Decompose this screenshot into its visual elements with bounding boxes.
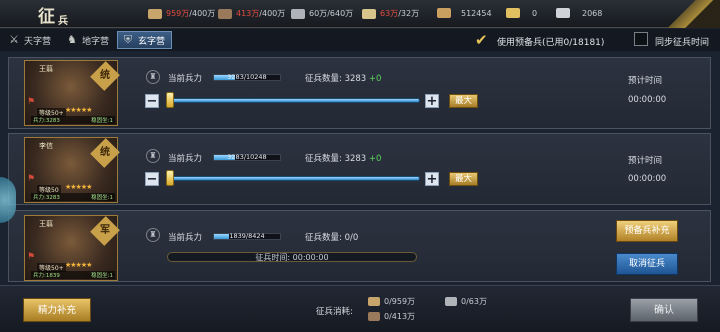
recruit-slider[interactable] (168, 98, 420, 103)
flag-icon: ⚑ (27, 174, 36, 184)
top-resource-bar: 征 兵 959万/400万 413万/400万 60万/640万 63万/32万… (0, 0, 720, 28)
increase-button[interactable]: + (425, 172, 439, 186)
resource-gold: 0 (506, 8, 537, 18)
star-rating: ★★★★★ (65, 261, 92, 269)
wood-icon (148, 8, 162, 19)
gold-icon (506, 8, 520, 18)
resource-copper: 512454 (437, 8, 492, 18)
use-reserve-label: 使用预备兵(已用0/18181) (497, 38, 605, 48)
corner-emblem (660, 0, 720, 28)
decrease-button[interactable]: − (145, 94, 159, 108)
troop-icon: ♜ (146, 228, 160, 242)
troop-icon: ♜ (146, 70, 160, 84)
tab-xuan[interactable]: ⛨ 玄字营 (117, 31, 173, 49)
stone-icon (445, 297, 457, 306)
tab-bar: ⚔ 天字营 ♞ 地字营 ⛨ 玄字营 (0, 29, 720, 51)
slider-handle[interactable] (166, 92, 174, 108)
use-reserve-checkbox[interactable]: ✔ (475, 31, 488, 49)
cost-iron: 0/413万 (368, 311, 415, 322)
slider-handle[interactable] (166, 170, 174, 186)
confirm-button[interactable]: 确认 (630, 298, 698, 322)
flag-icon: ⚑ (27, 252, 36, 262)
sync-time-label: 同步征兵时间 (655, 38, 710, 48)
horse-icon: ♞ (67, 33, 77, 46)
general-portrait[interactable]: 王翦 统 ⚑ 等级50+ ★★★★★ 兵力:3283 稳固坐:1 (24, 60, 120, 126)
increase-button[interactable]: + (425, 94, 439, 108)
recruit-time-bar: 征兵时间: 00:00:00 (167, 252, 417, 262)
max-button[interactable]: 最大 (449, 172, 479, 186)
star-rating: ★★★★★ (65, 183, 92, 191)
resource-wood: 959万/400万 (148, 8, 215, 19)
grain-icon (362, 8, 376, 19)
cost-stone: 0/63万 (445, 296, 487, 307)
reserve-refill-button[interactable]: 预备兵补充 (616, 220, 678, 242)
resource-stone: 60万/640万 (291, 8, 353, 19)
cancel-recruit-button[interactable]: 取消征兵 (616, 253, 678, 275)
page-subtitle: 兵 (58, 16, 68, 27)
resource-iron: 413万/400万 (218, 8, 285, 19)
troop-bar: 1839/8424 (213, 232, 281, 240)
footer-bar: 精力补充 征兵消耗: 0/959万 0/413万 0/63万 确认 (0, 285, 720, 332)
general-portrait[interactable]: 王翦 军 ⚑ 等级50+ ★★★★★ 兵力:1839 稳固坐:1 (24, 215, 120, 281)
recruit-slider[interactable] (168, 176, 420, 181)
crossed-swords-icon: ⚔ (9, 33, 19, 46)
decrease-button[interactable]: − (145, 172, 159, 186)
general-portrait[interactable]: 李信 统 ⚑ 等级50 ★★★★★ 兵力:3283 稳固坐:1 (24, 137, 120, 203)
jade-icon (556, 8, 570, 18)
stone-icon (291, 8, 305, 19)
cost-wood: 0/959万 (368, 296, 415, 307)
resource-jade: 2068 (556, 8, 602, 18)
iron-icon (218, 8, 232, 19)
tab-tian[interactable]: ⚔ 天字营 (4, 31, 57, 49)
max-button[interactable]: 最大 (449, 94, 479, 108)
copper-icon (437, 8, 451, 18)
page-title: 征 (38, 7, 55, 27)
flag-icon: ⚑ (27, 97, 36, 107)
shield-icon: ⛨ (123, 33, 133, 46)
troop-bar: 3283/10248 (213, 73, 281, 81)
tab-di[interactable]: ♞ 地字营 (62, 31, 115, 49)
wood-icon (368, 297, 380, 306)
troop-bar: 3283/10248 (213, 153, 281, 161)
iron-icon (368, 312, 380, 321)
refill-all-button[interactable]: 精力补充 (23, 298, 91, 322)
sync-time-checkbox[interactable] (634, 32, 648, 46)
troop-icon: ♜ (146, 149, 160, 163)
resource-grain: 63万/32万 (362, 8, 419, 19)
star-rating: ★★★★★ (65, 106, 92, 114)
